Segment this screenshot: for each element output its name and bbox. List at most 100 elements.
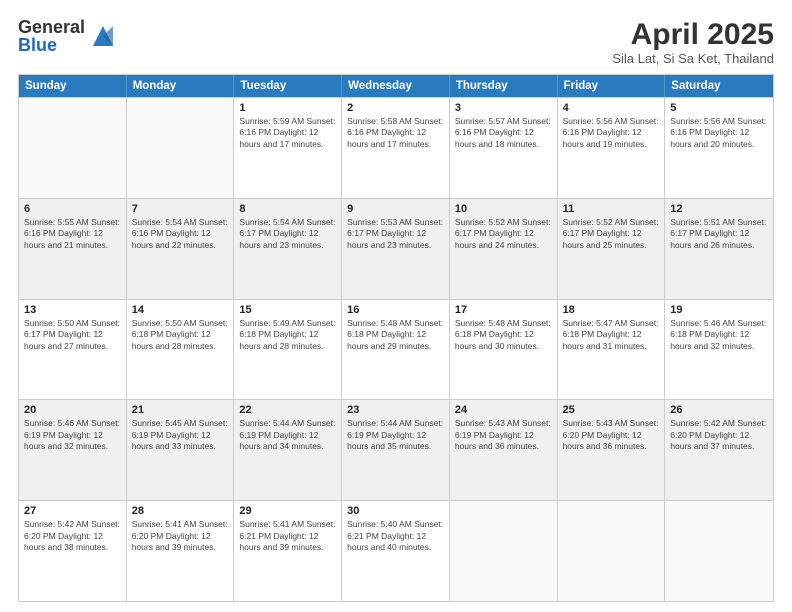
day-info: Sunrise: 5:58 AM Sunset: 6:16 PM Dayligh… [347, 116, 444, 150]
day-number: 7 [132, 203, 229, 215]
cal-cell-4-3: 30Sunrise: 5:40 AM Sunset: 6:21 PM Dayli… [342, 501, 450, 601]
cal-cell-1-5: 11 Sunrise: 5:52 AM Sunset: 6:17 PM Dayli… [558, 199, 666, 299]
header-sunday: Sunday [19, 75, 127, 97]
day-info: Sunrise: 5:42 AM Sunset: 6:20 PM Dayligh… [24, 519, 121, 553]
cal-cell-2-2: 15 Sunrise: 5:49 AM Sunset: 6:18 PM Dayli… [234, 300, 342, 400]
cal-row-4: 27 Sunrise: 5:42 AM Sunset: 6:20 PM Dayli… [19, 500, 773, 601]
page: General Blue April 2025 Sila Lat, Si Sa … [0, 0, 792, 612]
cal-cell-0-3: 2 Sunrise: 5:58 AM Sunset: 6:16 PM Daylig… [342, 98, 450, 198]
cal-cell-2-1: 14 Sunrise: 5:50 AM Sunset: 6:18 PM Dayli… [127, 300, 235, 400]
day-info: Sunrise: 5:59 AM Sunset: 6:16 PM Dayligh… [239, 116, 336, 150]
cal-row-0: 1 Sunrise: 5:59 AM Sunset: 6:16 PM Daylig… [19, 97, 773, 198]
day-number: 12 [670, 203, 768, 215]
day-info: Sunrise: 5:44 AM Sunset: 6:19 PM Dayligh… [239, 418, 336, 452]
day-info: Sunrise: 5:45 AM Sunset: 6:19 PM Dayligh… [132, 418, 229, 452]
cal-cell-2-3: 16Sunrise: 5:48 AM Sunset: 6:18 PM Dayli… [342, 300, 450, 400]
logo-text: General Blue [18, 18, 85, 54]
day-info: Sunrise: 5:48 AM Sunset: 6:18 PM Dayligh… [455, 318, 552, 352]
cal-cell-4-1: 28 Sunrise: 5:41 AM Sunset: 6:20 PM Dayli… [127, 501, 235, 601]
day-number: 27 [24, 505, 121, 517]
cal-cell-4-6 [665, 501, 773, 601]
day-info: Sunrise: 5:43 AM Sunset: 6:19 PM Dayligh… [455, 418, 552, 452]
day-info: Sunrise: 5:53 AM Sunset: 6:17 PM Dayligh… [347, 217, 444, 251]
day-info: Sunrise: 5:42 AM Sunset: 6:20 PM Dayligh… [670, 418, 768, 452]
cal-cell-3-6: 26 Sunrise: 5:42 AM Sunset: 6:20 PM Dayli… [665, 400, 773, 500]
cal-cell-3-4: 24 Sunrise: 5:43 AM Sunset: 6:19 PM Dayli… [450, 400, 558, 500]
cal-cell-4-4 [450, 501, 558, 601]
logo-blue: Blue [18, 36, 85, 54]
day-number: 18 [563, 304, 660, 316]
day-info: Sunrise: 5:50 AM Sunset: 6:17 PM Dayligh… [24, 318, 121, 352]
cal-cell-3-3: 23 Sunrise: 5:44 AM Sunset: 6:19 PM Dayli… [342, 400, 450, 500]
day-number: 14 [132, 304, 229, 316]
header: General Blue April 2025 Sila Lat, Si Sa … [18, 18, 774, 66]
day-number: 25 [563, 404, 660, 416]
day-info: Sunrise: 5:50 AM Sunset: 6:18 PM Dayligh… [132, 318, 229, 352]
calendar-header: Sunday Monday Tuesday Wednesday Thursday… [19, 75, 773, 97]
day-number: 13 [24, 304, 121, 316]
calendar: Sunday Monday Tuesday Wednesday Thursday… [18, 74, 774, 602]
cal-cell-1-4: 10Sunrise: 5:52 AM Sunset: 6:17 PM Dayli… [450, 199, 558, 299]
cal-cell-1-6: 12 Sunrise: 5:51 AM Sunset: 6:17 PM Dayli… [665, 199, 773, 299]
header-monday: Monday [127, 75, 235, 97]
day-number: 28 [132, 505, 229, 517]
day-number: 15 [239, 304, 336, 316]
day-info: Sunrise: 5:54 AM Sunset: 6:16 PM Dayligh… [132, 217, 229, 251]
day-info: Sunrise: 5:47 AM Sunset: 6:18 PM Dayligh… [563, 318, 660, 352]
logo-general: General [18, 18, 85, 36]
header-wednesday: Wednesday [342, 75, 450, 97]
cal-cell-4-0: 27 Sunrise: 5:42 AM Sunset: 6:20 PM Dayli… [19, 501, 127, 601]
day-info: Sunrise: 5:49 AM Sunset: 6:18 PM Dayligh… [239, 318, 336, 352]
cal-cell-1-3: 9Sunrise: 5:53 AM Sunset: 6:17 PM Daylig… [342, 199, 450, 299]
cal-cell-4-2: 29 Sunrise: 5:41 AM Sunset: 6:21 PM Dayli… [234, 501, 342, 601]
header-tuesday: Tuesday [234, 75, 342, 97]
logo: General Blue [18, 18, 117, 54]
day-number: 21 [132, 404, 229, 416]
day-info: Sunrise: 5:40 AM Sunset: 6:21 PM Dayligh… [347, 519, 444, 553]
cal-cell-3-5: 25Sunrise: 5:43 AM Sunset: 6:20 PM Dayli… [558, 400, 666, 500]
cal-cell-1-1: 7 Sunrise: 5:54 AM Sunset: 6:16 PM Daylig… [127, 199, 235, 299]
day-number: 11 [563, 203, 660, 215]
day-info: Sunrise: 5:51 AM Sunset: 6:17 PM Dayligh… [670, 217, 768, 251]
logo-icon [89, 22, 117, 50]
day-info: Sunrise: 5:41 AM Sunset: 6:20 PM Dayligh… [132, 519, 229, 553]
title-block: April 2025 Sila Lat, Si Sa Ket, Thailand [612, 18, 774, 66]
day-info: Sunrise: 5:56 AM Sunset: 6:16 PM Dayligh… [563, 116, 660, 150]
title-location: Sila Lat, Si Sa Ket, Thailand [612, 51, 774, 66]
day-number: 23 [347, 404, 444, 416]
day-number: 19 [670, 304, 768, 316]
day-number: 6 [24, 203, 121, 215]
day-number: 1 [239, 102, 336, 114]
day-info: Sunrise: 5:44 AM Sunset: 6:19 PM Dayligh… [347, 418, 444, 452]
day-number: 8 [239, 203, 336, 215]
day-number: 3 [455, 102, 552, 114]
cal-cell-2-5: 18 Sunrise: 5:47 AM Sunset: 6:18 PM Dayli… [558, 300, 666, 400]
day-info: Sunrise: 5:57 AM Sunset: 6:16 PM Dayligh… [455, 116, 552, 150]
title-month: April 2025 [612, 18, 774, 51]
day-info: Sunrise: 5:46 AM Sunset: 6:18 PM Dayligh… [670, 318, 768, 352]
day-number: 17 [455, 304, 552, 316]
day-info: Sunrise: 5:52 AM Sunset: 6:17 PM Dayligh… [563, 217, 660, 251]
cal-cell-0-6: 5 Sunrise: 5:56 AM Sunset: 6:16 PM Daylig… [665, 98, 773, 198]
day-number: 26 [670, 404, 768, 416]
cal-cell-1-0: 6Sunrise: 5:55 AM Sunset: 6:16 PM Daylig… [19, 199, 127, 299]
day-info: Sunrise: 5:41 AM Sunset: 6:21 PM Dayligh… [239, 519, 336, 553]
day-info: Sunrise: 5:52 AM Sunset: 6:17 PM Dayligh… [455, 217, 552, 251]
cal-row-3: 20Sunrise: 5:46 AM Sunset: 6:19 PM Dayli… [19, 399, 773, 500]
cal-cell-0-0 [19, 98, 127, 198]
cal-cell-2-4: 17 Sunrise: 5:48 AM Sunset: 6:18 PM Dayli… [450, 300, 558, 400]
cal-cell-2-0: 13 Sunrise: 5:50 AM Sunset: 6:17 PM Dayli… [19, 300, 127, 400]
cal-cell-1-2: 8Sunrise: 5:54 AM Sunset: 6:17 PM Daylig… [234, 199, 342, 299]
cal-cell-0-4: 3 Sunrise: 5:57 AM Sunset: 6:16 PM Daylig… [450, 98, 558, 198]
day-number: 2 [347, 102, 444, 114]
day-info: Sunrise: 5:46 AM Sunset: 6:19 PM Dayligh… [24, 418, 121, 452]
day-number: 5 [670, 102, 768, 114]
header-thursday: Thursday [450, 75, 558, 97]
day-info: Sunrise: 5:56 AM Sunset: 6:16 PM Dayligh… [670, 116, 768, 150]
cal-cell-0-1 [127, 98, 235, 198]
cal-cell-0-5: 4Sunrise: 5:56 AM Sunset: 6:16 PM Daylig… [558, 98, 666, 198]
cal-row-1: 6Sunrise: 5:55 AM Sunset: 6:16 PM Daylig… [19, 198, 773, 299]
header-saturday: Saturday [665, 75, 773, 97]
day-number: 24 [455, 404, 552, 416]
day-number: 29 [239, 505, 336, 517]
